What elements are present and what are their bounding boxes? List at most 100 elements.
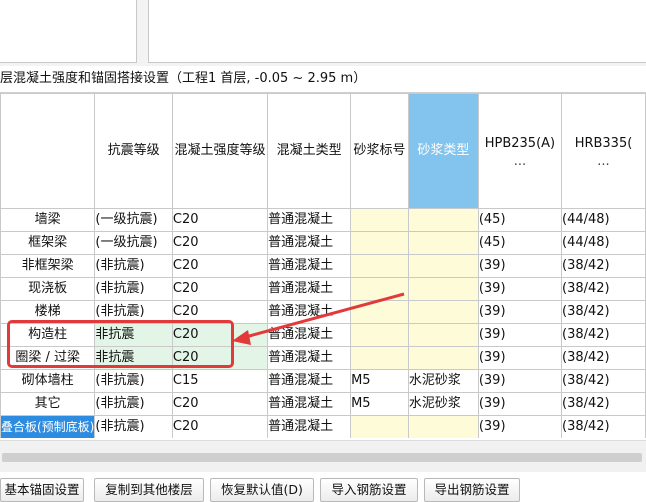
cell-mortar-type[interactable]	[407, 231, 479, 255]
horizontal-scrollbar[interactable]	[0, 440, 646, 473]
cell-hrb335[interactable]: (38/42)	[561, 323, 646, 347]
restore-default-button[interactable]: 恢复默认值(D)	[210, 478, 314, 502]
cell-mortar-mark[interactable]	[350, 254, 409, 278]
cell-hrb335[interactable]: (44/48)	[561, 208, 646, 232]
row-label[interactable]: 圈梁 / 过梁	[0, 346, 96, 370]
table-row[interactable]: 砌体墙柱 (非抗震) C15 普通混凝土 M5 水泥砂浆 (39) (38/42)	[0, 369, 646, 393]
cell-grade[interactable]: C20	[171, 208, 269, 232]
cell-grade[interactable]: C20	[171, 277, 269, 301]
cell-grade[interactable]: C20	[171, 231, 269, 255]
cell-hrb335[interactable]: (38/42)	[561, 369, 646, 393]
cell-type[interactable]: 普通混凝土	[267, 369, 352, 393]
cell-hrb335[interactable]: (38/42)	[561, 277, 646, 301]
cell-grade[interactable]: C20	[171, 392, 269, 416]
cell-type[interactable]: 普通混凝土	[267, 346, 352, 370]
cell-kz[interactable]: (一级抗震)	[94, 208, 173, 232]
col-header-grade[interactable]: 混凝土强度等级	[171, 93, 269, 209]
cell-hpb235[interactable]: (39)	[477, 415, 563, 438]
cell-type[interactable]: 普通混凝土	[267, 277, 352, 301]
row-label[interactable]: 非框架梁	[0, 254, 96, 278]
cell-type[interactable]: 普通混凝土	[267, 415, 352, 438]
col-header-kz[interactable]: 抗震等级	[94, 93, 173, 209]
cell-mortar-mark[interactable]	[350, 300, 409, 324]
row-label[interactable]: 砌体墙柱	[0, 369, 96, 393]
scrollbar-thumb[interactable]	[2, 453, 642, 462]
col-header-type[interactable]: 混凝土类型	[267, 93, 352, 209]
row-label[interactable]: 楼梯	[0, 300, 96, 324]
cell-mortar-mark[interactable]	[350, 415, 409, 438]
cell-hpb235[interactable]: (39)	[477, 300, 563, 324]
row-label[interactable]: 构造柱	[0, 323, 96, 347]
cell-grade[interactable]: C20	[171, 346, 269, 370]
cell-type[interactable]: 普通混凝土	[267, 208, 352, 232]
table-row[interactable]: 楼梯 (非抗震) C20 普通混凝土 (39) (38/42)	[0, 300, 646, 324]
cell-hpb235[interactable]: (39)	[477, 277, 563, 301]
cell-hpb235[interactable]: (45)	[477, 208, 563, 232]
cell-kz[interactable]: 非抗震	[94, 346, 173, 370]
cell-grade[interactable]: C20	[171, 323, 269, 347]
cell-type[interactable]: 普通混凝土	[267, 392, 352, 416]
cell-hrb335[interactable]: (38/42)	[561, 415, 646, 438]
col-header-hpb235[interactable]: HPB235(A)...	[477, 93, 563, 209]
cell-hpb235[interactable]: (45)	[477, 231, 563, 255]
cell-kz[interactable]: (非抗震)	[94, 254, 173, 278]
copy-to-floors-button[interactable]: 复制到其他楼层	[94, 478, 204, 502]
cell-grade[interactable]: C20	[171, 254, 269, 278]
table-row[interactable]: 非框架梁 (非抗震) C20 普通混凝土 (39) (38/42)	[0, 254, 646, 278]
cell-mortar-type[interactable]	[407, 346, 479, 370]
cell-grade[interactable]: C20	[171, 415, 269, 438]
table-row[interactable]: 圈梁 / 过梁 非抗震 C20 普通混凝土 (39) (38/42)	[0, 346, 646, 370]
cell-kz[interactable]: (非抗震)	[94, 415, 173, 438]
cell-hpb235[interactable]: (39)	[477, 369, 563, 393]
cell-mortar-type[interactable]: 水泥砂浆	[407, 392, 479, 416]
cell-kz[interactable]: (非抗震)	[94, 392, 173, 416]
cell-type[interactable]: 普通混凝土	[267, 254, 352, 278]
cell-mortar-mark[interactable]	[350, 346, 409, 370]
cell-kz[interactable]: 非抗震	[94, 323, 173, 347]
cell-mortar-type[interactable]	[407, 277, 479, 301]
col-header-hrb335[interactable]: HRB335(...	[561, 93, 646, 209]
table-row[interactable]: 框架梁 (一级抗震) C20 普通混凝土 (45) (44/48)	[0, 231, 646, 255]
cell-mortar-type[interactable]	[407, 208, 479, 232]
row-label[interactable]: 墙梁	[0, 208, 96, 232]
row-label[interactable]: 框架梁	[0, 231, 96, 255]
cell-hrb335[interactable]: (38/42)	[561, 346, 646, 370]
cell-hpb235[interactable]: (39)	[477, 346, 563, 370]
cell-mortar-mark[interactable]: M5	[350, 392, 409, 416]
cell-hpb235[interactable]: (39)	[477, 392, 563, 416]
import-rebar-button[interactable]: 导入钢筋设置	[320, 478, 418, 502]
cell-type[interactable]: 普通混凝土	[267, 323, 352, 347]
cell-type[interactable]: 普通混凝土	[267, 231, 352, 255]
cell-hrb335[interactable]: (44/48)	[561, 231, 646, 255]
cell-hrb335[interactable]: (38/42)	[561, 392, 646, 416]
cell-kz[interactable]: (非抗震)	[94, 300, 173, 324]
cell-kz[interactable]: (非抗震)	[94, 369, 173, 393]
table-row[interactable]: 叠合板(预制底板) (非抗震) C20 普通混凝土 (39) (38/42)	[0, 415, 646, 438]
settings-grid[interactable]: 抗震等级 混凝土强度等级 混凝土类型 砂浆标号 砂浆类型 HPB235(A)..…	[0, 93, 646, 438]
cell-grade[interactable]: C15	[171, 369, 269, 393]
cell-hpb235[interactable]: (39)	[477, 254, 563, 278]
cell-hpb235[interactable]: (39)	[477, 323, 563, 347]
row-label[interactable]: 其它	[0, 392, 96, 416]
export-rebar-button[interactable]: 导出钢筋设置	[424, 478, 520, 502]
col-header-mortar-mark[interactable]: 砂浆标号	[350, 93, 409, 209]
cell-mortar-type[interactable]	[407, 254, 479, 278]
cell-mortar-type[interactable]	[407, 323, 479, 347]
cell-type[interactable]: 普通混凝土	[267, 300, 352, 324]
cell-mortar-mark[interactable]	[350, 323, 409, 347]
cell-kz[interactable]: (非抗震)	[94, 277, 173, 301]
cell-hrb335[interactable]: (38/42)	[561, 300, 646, 324]
table-row[interactable]: 现浇板 (非抗震) C20 普通混凝土 (39) (38/42)	[0, 277, 646, 301]
table-row[interactable]: 构造柱 非抗震 C20 普通混凝土 (39) (38/42)	[0, 323, 646, 347]
cell-mortar-type[interactable]: 水泥砂浆	[407, 369, 479, 393]
cell-hrb335[interactable]: (38/42)	[561, 254, 646, 278]
cell-mortar-type[interactable]	[407, 415, 479, 438]
cell-mortar-mark[interactable]: M5	[350, 369, 409, 393]
cell-mortar-mark[interactable]	[350, 277, 409, 301]
basic-anchor-button[interactable]: 基本锚固设置	[0, 478, 84, 502]
cell-grade[interactable]: C20	[171, 300, 269, 324]
row-label[interactable]: 叠合板(预制底板)	[0, 415, 96, 438]
cell-mortar-mark[interactable]	[350, 208, 409, 232]
cell-mortar-mark[interactable]	[350, 231, 409, 255]
col-header-mortar-type[interactable]: 砂浆类型	[407, 93, 479, 209]
